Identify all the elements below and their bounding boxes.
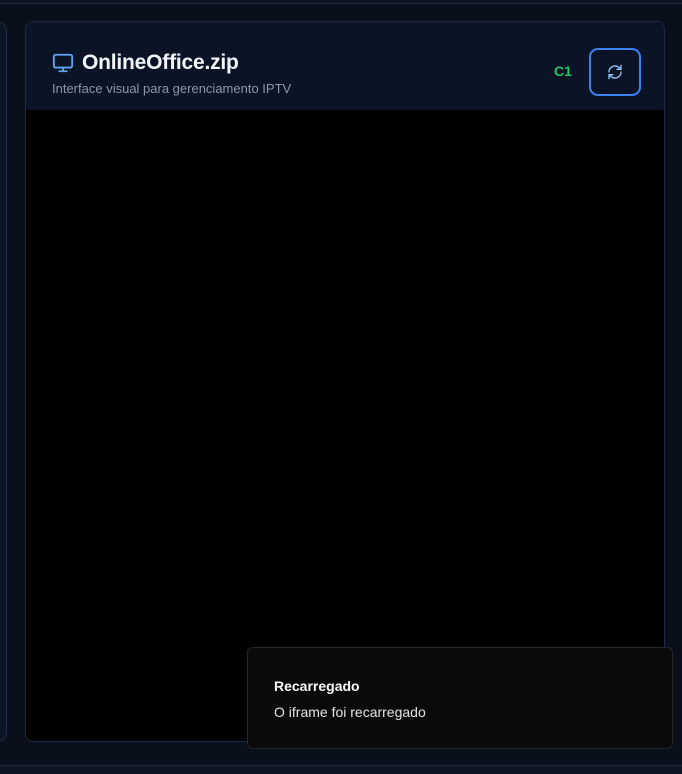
top-edge-panel — [0, 0, 682, 4]
card-subtitle: Interface visual para gerenciamento IPTV — [52, 81, 292, 96]
refresh-icon — [607, 64, 623, 80]
iframe-card: OnlineOffice.zip Interface visual para g… — [25, 21, 665, 742]
card-header: OnlineOffice.zip Interface visual para g… — [26, 22, 664, 110]
card-title: OnlineOffice.zip — [82, 51, 239, 74]
status-tag: C1 — [554, 63, 572, 79]
toast-title: Recarregado — [274, 678, 360, 694]
toast-notification: Recarregado O iframe foi recarregado — [247, 647, 673, 749]
reload-button[interactable] — [589, 48, 641, 96]
toast-description: O iframe foi recarregado — [274, 704, 426, 720]
title-row: OnlineOffice.zip — [52, 51, 239, 75]
monitor-icon — [52, 52, 74, 74]
bottom-edge-panel — [0, 765, 682, 774]
left-side-panel — [0, 21, 7, 742]
